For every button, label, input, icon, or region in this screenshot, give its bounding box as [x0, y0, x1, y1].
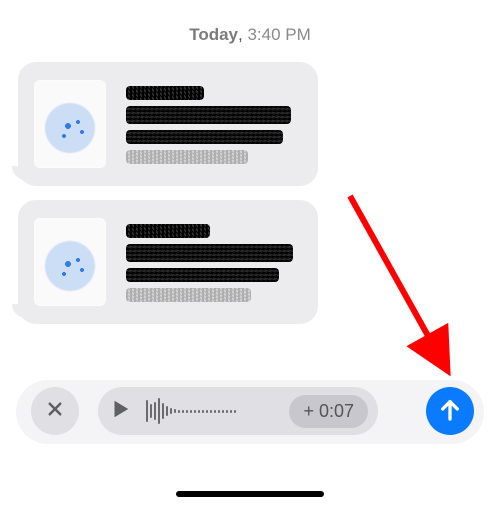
play-icon: [109, 398, 131, 425]
waveform-bar: [146, 400, 148, 422]
cancel-recording-button[interactable]: [31, 387, 79, 435]
home-indicator[interactable]: [176, 491, 324, 497]
incoming-message-bubble[interactable]: [18, 200, 318, 324]
waveform-bar: [214, 410, 216, 413]
recording-duration-label: + 0:07: [289, 395, 368, 428]
waveform-bar: [158, 398, 160, 424]
waveform-bar: [222, 410, 224, 413]
waveform-bar: [226, 410, 228, 413]
waveform-bar: [234, 410, 236, 413]
timestamp-time: 3:40 PM: [247, 25, 310, 44]
timestamp-day: Today: [189, 25, 238, 44]
waveform-bar: [166, 406, 168, 416]
close-icon: [46, 400, 64, 423]
audio-message-input-bar: + 0:07: [16, 380, 484, 444]
waveform-bar: [154, 402, 156, 420]
play-recording-button[interactable]: [98, 389, 142, 433]
redacted-message-text: [126, 218, 300, 308]
recording-preview-pill: + 0:07: [98, 387, 378, 435]
waveform-bar: [202, 410, 204, 413]
waveform-bar: [150, 404, 152, 418]
incoming-message-bubble[interactable]: [18, 62, 318, 186]
waveform-bar: [182, 410, 184, 413]
waveform-bar: [170, 408, 172, 414]
waveform-bar: [194, 410, 196, 413]
arrow-up-icon: [439, 397, 461, 426]
waveform-bar: [174, 409, 176, 413]
conversation-timestamp: Today, 3:40 PM: [0, 25, 500, 45]
waveform-bar: [210, 410, 212, 413]
waveform-bar: [206, 410, 208, 413]
waveform-bar: [198, 410, 200, 413]
waveform-icon: [142, 397, 256, 425]
redacted-message-text: [126, 80, 300, 170]
waveform-bar: [190, 410, 192, 413]
attachment-thumbnail[interactable]: [34, 80, 106, 168]
send-button[interactable]: [426, 387, 474, 435]
attachment-thumbnail[interactable]: [34, 218, 106, 306]
messages-screen: Today, 3:40 PM: [0, 0, 500, 511]
waveform-bar: [218, 410, 220, 413]
waveform-bar: [178, 410, 180, 413]
waveform-bar: [186, 410, 188, 413]
waveform-bar: [230, 410, 232, 413]
waveform-bar: [162, 403, 164, 419]
